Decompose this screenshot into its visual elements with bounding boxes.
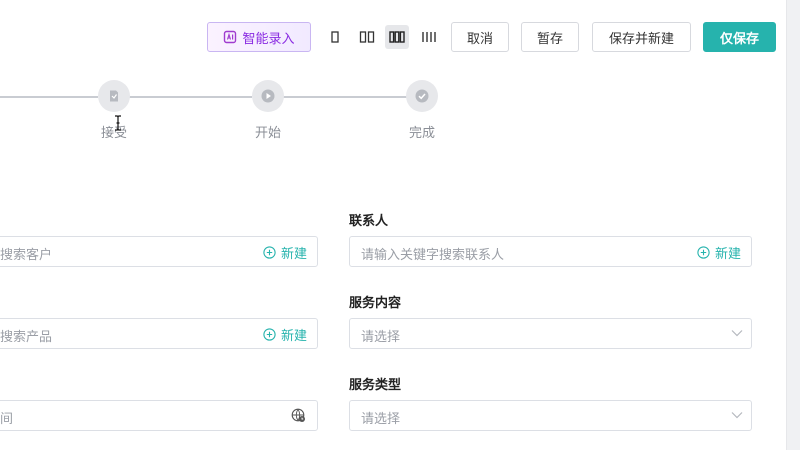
plus-circle-icon	[263, 246, 276, 259]
smart-entry-button[interactable]: 智能录入	[207, 22, 311, 52]
service-content-label: 服务内容	[349, 296, 402, 311]
chevron-down-icon	[731, 330, 743, 337]
globe-clock-icon	[291, 408, 305, 422]
new-customer-button[interactable]: 新建	[263, 243, 307, 262]
contact-placeholder: 请输入关键字搜索联系人	[361, 248, 505, 263]
new-label: 新建	[280, 329, 307, 344]
service-content-select[interactable]: 请选择	[349, 318, 752, 349]
save-and-new-button[interactable]: 保存并新建	[592, 22, 691, 52]
product-search-field[interactable]: 搜索产品 新建	[0, 318, 318, 349]
service-type-placeholder: 请选择	[361, 412, 401, 427]
new-label: 新建	[280, 247, 307, 262]
step-complete[interactable]	[406, 80, 438, 112]
step-label: 开始	[254, 126, 281, 141]
step-connector	[283, 96, 407, 98]
play-icon	[261, 89, 275, 103]
service-content-placeholder: 请选择	[361, 330, 401, 345]
save-only-button[interactable]: 仅保存	[703, 22, 776, 52]
single-column-icon[interactable]	[323, 25, 347, 49]
plus-circle-icon	[263, 328, 276, 341]
check-icon	[415, 89, 429, 103]
new-contact-button[interactable]: 新建	[697, 243, 741, 262]
service-type-label: 服务类型	[349, 378, 402, 393]
two-column-icon[interactable]	[355, 25, 379, 49]
customer-search-field[interactable]: 搜索客户 新建	[0, 236, 318, 267]
new-label: 新建	[714, 247, 741, 262]
step-accept[interactable]	[98, 80, 130, 112]
work-order-form: 智能录入 取消 暂存 保存并新建 仅保存 接受 开始 完成 搜索客户 新建 搜索…	[0, 0, 787, 450]
service-type-select[interactable]: 请选择	[349, 400, 752, 431]
chevron-down-icon	[731, 412, 743, 419]
plus-circle-icon	[697, 246, 710, 259]
product-placeholder: 搜索产品	[0, 330, 53, 345]
text-cursor-icon	[115, 115, 121, 131]
document-icon	[110, 90, 118, 102]
smart-entry-label: 智能录入	[242, 31, 295, 47]
three-column-icon[interactable]	[385, 25, 409, 49]
step-label: 完成	[408, 126, 435, 141]
step-connector	[0, 96, 98, 98]
step-start[interactable]	[252, 80, 284, 112]
four-column-icon[interactable]	[417, 25, 441, 49]
time-placeholder: 间	[0, 412, 14, 427]
contact-search-field[interactable]: 请输入关键字搜索联系人 新建	[349, 236, 752, 267]
draft-button[interactable]: 暂存	[521, 22, 579, 52]
contact-label: 联系人	[349, 214, 389, 229]
customer-placeholder: 搜索客户	[0, 248, 53, 263]
new-product-button[interactable]: 新建	[263, 325, 307, 344]
cancel-button[interactable]: 取消	[451, 22, 509, 52]
time-field[interactable]: 间	[0, 400, 318, 431]
step-connector	[129, 96, 252, 98]
ai-scan-icon	[224, 30, 237, 44]
